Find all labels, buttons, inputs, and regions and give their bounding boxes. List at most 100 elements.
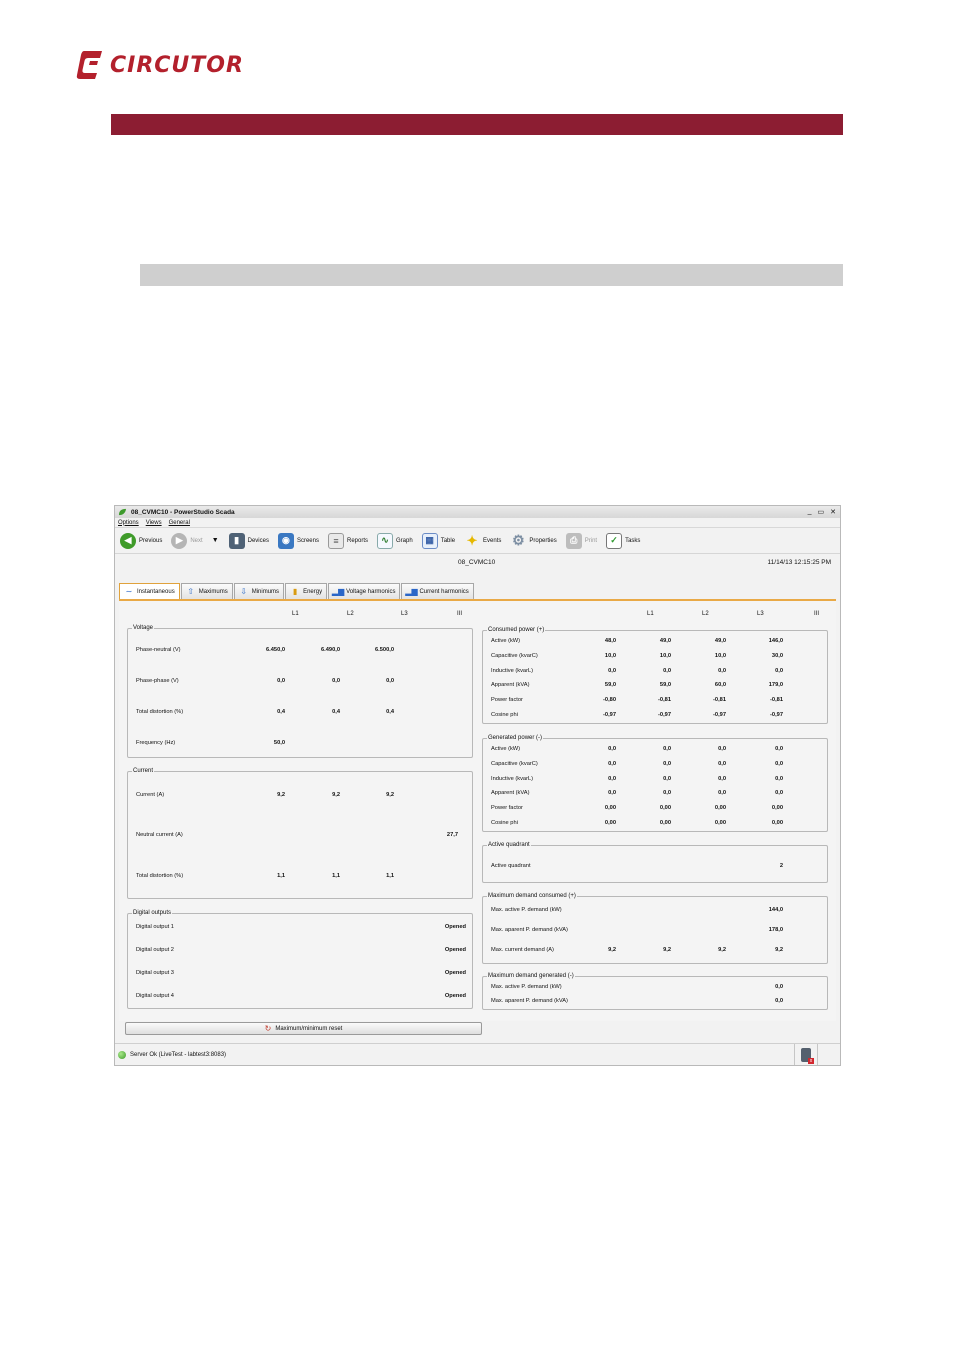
value-l3: 0,0 <box>386 678 394 684</box>
value-l2: 9,2 <box>332 792 340 798</box>
graph-button[interactable]: ∿ Graph <box>377 532 413 549</box>
print-button[interactable]: ⎙ Print <box>565 532 597 549</box>
menu-views[interactable]: Views <box>146 520 162 526</box>
menu-general[interactable]: General <box>169 520 190 526</box>
col-header-l2: L2 <box>702 611 709 617</box>
table-button[interactable]: ▦ Table <box>421 532 455 549</box>
value-l2: 49,0 <box>659 638 671 644</box>
next-button[interactable]: ▶ Next <box>171 532 203 549</box>
subsection-title-bar <box>140 264 843 286</box>
row-label: Inductive (kvarL) <box>491 776 534 782</box>
col-header-l3: L3 <box>757 611 764 617</box>
value-l2: 0,4 <box>332 709 340 715</box>
device-icon: ▮ <box>228 532 245 549</box>
tab-energy[interactable]: ▮ Energy <box>285 583 328 599</box>
measurement-row: Max. current demand (A) 9,2 9,2 9,2 9,2 <box>483 947 827 956</box>
events-button[interactable]: ✦ Events <box>464 532 502 549</box>
panel-title: Current <box>132 768 155 774</box>
row-label: Capacitive (kvarC) <box>491 653 538 659</box>
screens-button[interactable]: ◉ Screens <box>277 532 319 549</box>
measurement-row: Digital output 1 Opened <box>128 924 472 933</box>
tab-current-harmonics[interactable]: ▂▆ Current harmonics <box>401 583 474 599</box>
output-state: Opened <box>444 947 466 953</box>
measurement-row: Phase-phase (V) 0,0 0,0 0,0 <box>128 678 472 687</box>
measurement-row: Active (kW) 48,0 49,0 49,0 146,0 <box>483 638 827 647</box>
row-label: Cosine phi <box>491 820 518 826</box>
value-l2: -0,81 <box>658 697 671 703</box>
restore-button[interactable]: ▭ <box>818 508 825 516</box>
next-dropdown-icon[interactable]: ▼ <box>212 537 219 544</box>
measurement-row: Digital output 3 Opened <box>128 970 472 979</box>
measurement-row: Inductive (kvarL) 0,0 0,0 0,0 0,0 <box>483 776 827 785</box>
row-label: Current (A) <box>136 792 165 798</box>
measurement-row: Cosine phi -0,97 -0,97 -0,97 -0,97 <box>483 712 827 721</box>
gear-icon: ⚙ <box>512 532 525 548</box>
output-state: Opened <box>444 993 466 999</box>
current-panel: Current Current (A) 9,2 9,2 9,2 Neutral curr… <box>127 768 473 899</box>
row-label: Max. aparent P. demand (kVA) <box>491 998 568 1004</box>
toolbar: ◀ Previous ▶ Next ▼ ▮ Devices ◉ Screens … <box>115 528 840 554</box>
measurement-row: Max. active P. demand (kW) 144,0 <box>483 907 827 916</box>
value-l2: 0,0 <box>663 776 671 782</box>
value-l1: 0,0 <box>608 776 616 782</box>
col-header-l1: L1 <box>292 611 299 617</box>
value-l1: 59,0 <box>604 682 616 688</box>
value-iii: 0,0 <box>775 761 783 767</box>
tab-instantaneous[interactable]: ∼ Instantaneous <box>119 583 180 599</box>
output-state: Opened <box>444 970 466 976</box>
arrow-down-icon: ⇩ <box>240 587 248 596</box>
properties-button[interactable]: ⚙ Properties <box>510 532 557 549</box>
row-label: Apparent (kVA) <box>491 790 530 796</box>
reports-button[interactable]: ≡ Reports <box>327 532 368 549</box>
devices-button[interactable]: ▮ Devices <box>228 532 269 549</box>
minimize-button[interactable]: _ <box>808 508 812 516</box>
value-iii: 179,0 <box>768 682 783 688</box>
disconnect-button[interactable]: x <box>794 1044 817 1065</box>
reset-icon: ↻ <box>264 1024 272 1033</box>
tab-minimums[interactable]: ⇩ Minimums <box>233 583 285 599</box>
value-l2: 59,0 <box>659 682 671 688</box>
measurement-row: Capacitive (kvarC) 0,0 0,0 0,0 0,0 <box>483 761 827 770</box>
value-iii: 0,0 <box>775 776 783 782</box>
logo-text: CIRCUTOR <box>110 52 244 78</box>
row-label: Digital output 4 <box>136 993 174 999</box>
value-l3: 0,0 <box>718 790 726 796</box>
events-icon: ✦ <box>466 532 478 548</box>
row-label: Active (kW) <box>491 746 521 752</box>
status-bar: Server Ok (LiveTest - labtest3:8083) x <box>115 1043 840 1065</box>
panel-title: Digital outputs <box>132 910 173 916</box>
value-l1: 10,0 <box>604 653 616 659</box>
measurement-row: Total distortion (%) 1,1 1,1 1,1 <box>128 873 472 882</box>
value-iii: 178,0 <box>768 927 783 933</box>
measurement-row: Frequency (Hz) 50,0 <box>128 740 472 749</box>
value-iii: 0,00 <box>771 820 783 826</box>
row-label: Digital output 3 <box>136 970 174 976</box>
tab-voltage-harmonics[interactable]: ▂▆ Voltage harmonics <box>328 583 401 599</box>
value-l1: 1,1 <box>277 873 285 879</box>
row-label: Active (kW) <box>491 638 521 644</box>
active-quadrant-panel: Active quadrant Active quadrant 2 <box>482 842 828 883</box>
server-status-text: Server Ok (LiveTest - labtest3:8083) <box>130 1051 227 1058</box>
panel-title: Active quadrant <box>487 842 531 848</box>
close-button[interactable]: ✕ <box>830 508 836 516</box>
previous-button[interactable]: ◀ Previous <box>120 532 162 549</box>
measurement-row: Power factor -0,80 -0,81 -0,81 -0,81 <box>483 697 827 706</box>
value-iii: 0,0 <box>775 984 783 990</box>
value-iii: 146,0 <box>768 638 783 644</box>
menu-options[interactable]: Options <box>118 520 139 526</box>
tab-maximums[interactable]: ⇧ Maximums <box>180 583 233 599</box>
tasks-button[interactable]: ✓ Tasks <box>606 532 640 549</box>
measurement-row: Max. aparent P. demand (kVA) 0,0 <box>483 998 827 1007</box>
row-label: Digital output 1 <box>136 924 174 930</box>
app-leaf-icon <box>118 508 127 516</box>
reset-maximum-minimum-button[interactable]: ↻ Maximum/minimum reset <box>125 1022 482 1035</box>
row-label: Apparent (kVA) <box>491 682 530 688</box>
value-iii: 144,0 <box>768 907 783 913</box>
window-titlebar: 08_CVMC10 - PowerStudio Scada _ ▭ ✕ <box>115 506 840 518</box>
measurement-row: Apparent (kVA) 0,0 0,0 0,0 0,0 <box>483 790 827 799</box>
value-iii: 9,2 <box>775 947 783 953</box>
value-l2: 0,0 <box>663 746 671 752</box>
status-empty-cell <box>817 1044 840 1065</box>
tab-bar: ∼ Instantaneous ⇧ Maximums ⇩ Minimums ▮ … <box>119 583 474 599</box>
value-l1: 0,0 <box>608 746 616 752</box>
